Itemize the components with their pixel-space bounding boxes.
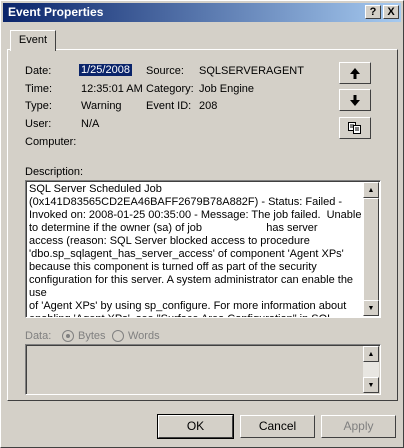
event-id-value: 208 [199,100,218,112]
source-value: SQLSERVERAGENT [199,65,304,77]
event-properties-window: Event Properties ? X Event Date: 1/25/20… [0,0,404,448]
tab-event-label: Event [18,34,48,46]
time-label: Time: [25,83,53,95]
description-text: SQL Server Scheduled Job (0x141D83565CD2… [29,183,362,317]
bytes-radio[interactable] [62,330,74,342]
category-value: Job Engine [199,83,255,95]
arrow-down-icon [350,94,360,106]
data-textbox[interactable]: ▲ ▼ [25,344,381,395]
event-id-label: Event ID: [146,100,192,112]
time-value: 12:35:01 AM [81,83,143,95]
scroll-up-button[interactable]: ▲ [363,182,379,198]
cancel-button[interactable]: Cancel [240,415,315,438]
user-value: N/A [81,118,100,130]
ok-button[interactable]: OK [157,414,234,439]
copy-button[interactable] [339,117,371,139]
data-scroll-up-button[interactable]: ▲ [363,346,379,362]
previous-event-button[interactable] [339,62,371,84]
arrow-up-icon [350,67,360,79]
scroll-down-button[interactable]: ▼ [363,300,379,316]
words-label: Words [128,330,160,342]
copy-icon [348,122,361,134]
user-label: User: [25,118,52,130]
description-textbox[interactable]: SQL Server Scheduled Job (0x141D83565CD2… [25,180,381,318]
date-value: 1/25/2008 [79,64,132,76]
title-bar[interactable]: Event Properties ? X [3,3,401,22]
close-button[interactable]: X [383,5,399,19]
description-scrollbar[interactable]: ▲ ▼ [363,182,379,316]
apply-button[interactable]: Apply [321,415,396,438]
bytes-label: Bytes [78,330,106,342]
help-button[interactable]: ? [365,5,381,19]
date-label: Date: [25,65,52,77]
data-scroll-down-button[interactable]: ▼ [363,377,379,393]
source-label: Source: [146,65,184,77]
type-label: Type: [25,100,52,112]
window-title: Event Properties [8,5,104,19]
category-label: Category: [146,83,194,95]
data-scrollbar[interactable]: ▲ ▼ [363,346,379,393]
description-label: Description: [25,166,84,178]
next-event-button[interactable] [339,89,371,111]
type-value: Warning [81,100,122,112]
tab-event[interactable]: Event [10,30,56,51]
data-label: Data: [25,330,52,342]
words-radio[interactable] [112,330,124,342]
computer-label: Computer: [25,136,77,148]
scroll-thumb[interactable] [363,198,379,301]
